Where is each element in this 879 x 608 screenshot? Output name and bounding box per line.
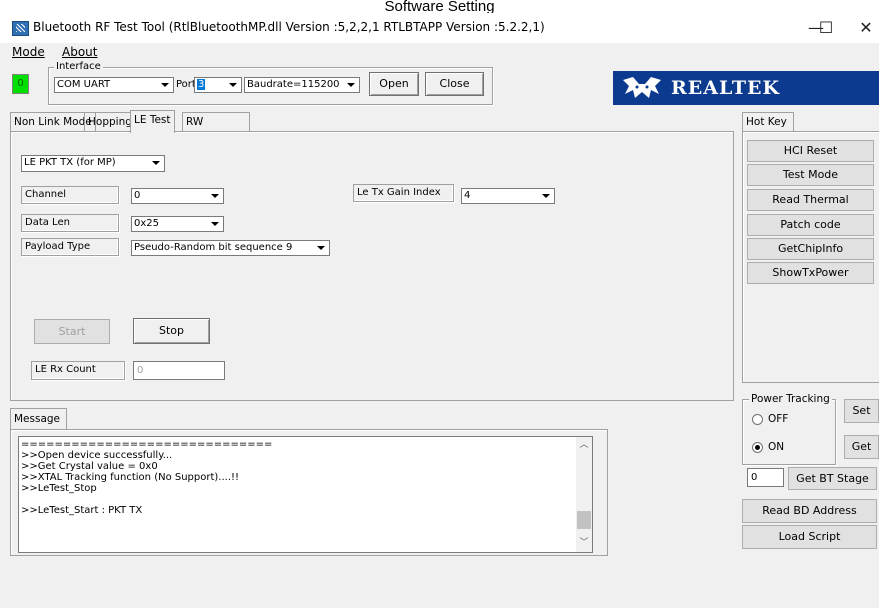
menu-mode[interactable]: Mode — [12, 44, 45, 60]
le-mode-select-value: LE PKT TX (for MP) — [24, 157, 116, 168]
power-tracking-group — [742, 399, 836, 465]
port-select-value: 3 — [197, 79, 206, 90]
chevron-down-icon — [540, 189, 552, 203]
chevron-down-icon — [227, 78, 239, 92]
baudrate-select[interactable]: Baudrate=115200 — [244, 77, 360, 93]
patch-code-button[interactable]: Patch code — [747, 214, 874, 236]
tab-non-link-mode[interactable]: Non Link Mode — [10, 112, 96, 131]
radio-off[interactable] — [752, 414, 763, 425]
maximize-button[interactable]: ☐ — [806, 16, 846, 40]
data-len-select[interactable]: 0x25 — [131, 216, 224, 232]
realtek-logo: REALTEK — [613, 71, 879, 105]
channel-select-value: 0 — [134, 190, 141, 201]
app-icon — [12, 21, 29, 36]
payload-type-select[interactable]: Pseudo-Random bit sequence 9 — [131, 240, 330, 256]
tab-hot-key[interactable]: Hot Key — [742, 112, 794, 133]
chevron-down-icon — [315, 241, 327, 255]
set-button[interactable]: Set — [844, 399, 879, 423]
test-mode-button[interactable]: Test Mode — [747, 164, 874, 186]
read-thermal-button[interactable]: Read Thermal — [747, 189, 874, 211]
close-button[interactable]: ✕ — [846, 16, 879, 40]
interface-select[interactable]: COM UART — [54, 77, 174, 93]
radio-on-label: ON — [768, 441, 785, 453]
hci-reset-button[interactable]: HCI Reset — [747, 140, 874, 162]
realtek-crab-icon — [623, 77, 661, 98]
tab-message[interactable]: Message — [10, 408, 68, 431]
chevron-down-icon — [345, 78, 357, 92]
port-label: Port — [176, 79, 196, 90]
open-button[interactable]: Open — [369, 72, 419, 96]
window-title: Bluetooth RF Test Tool (RtlBluetoothMP.d… — [33, 20, 545, 34]
scroll-thumb[interactable] — [577, 511, 591, 529]
tab-le-test[interactable]: LE Test — [130, 110, 175, 133]
interface-group-label: Interface — [54, 61, 103, 72]
tab-rw[interactable]: RW — [182, 112, 250, 131]
chevron-down-icon — [159, 78, 171, 92]
payload-type-select-value: Pseudo-Random bit sequence 9 — [134, 242, 293, 253]
chevron-down-icon — [150, 156, 162, 170]
le-rx-count-field[interactable]: 0 — [133, 361, 225, 380]
menu-bar — [0, 43, 879, 63]
data-len-label: Data Len — [21, 214, 119, 232]
channel-label: Channel — [21, 186, 119, 204]
read-bd-address-button[interactable]: Read BD Address — [742, 499, 877, 523]
realtek-logo-text: REALTEK — [671, 77, 780, 99]
le-tx-gain-index-value: 4 — [464, 190, 471, 201]
message-scrollbar[interactable]: ︿ ﹀ — [576, 437, 592, 552]
radio-off-label: OFF — [768, 413, 789, 425]
status-indicator: 0 — [12, 74, 29, 94]
main-tab-bar: Non Link Mode Hopping LE Test RW — [10, 110, 732, 133]
chevron-down-icon — [209, 189, 221, 203]
le-mode-select[interactable]: LE PKT TX (for MP) — [21, 155, 165, 172]
stop-button[interactable]: Stop — [133, 318, 210, 344]
load-script-button[interactable]: Load Script — [742, 525, 877, 549]
payload-type-label: Payload Type — [21, 238, 119, 256]
le-tx-gain-index-select[interactable]: 4 — [461, 188, 555, 204]
tab-hopping[interactable]: Hopping — [84, 112, 136, 131]
get-bt-stage-button[interactable]: Get BT Stage — [788, 467, 877, 490]
scroll-up-icon[interactable]: ︿ — [576, 437, 592, 453]
menu-about[interactable]: About — [62, 44, 97, 60]
data-len-select-value: 0x25 — [134, 218, 160, 229]
chevron-down-icon — [209, 217, 221, 231]
show-tx-power-button[interactable]: ShowTxPower — [747, 262, 874, 284]
scroll-down-icon[interactable]: ﹀ — [576, 535, 592, 551]
close-port-button[interactable]: Close — [425, 72, 484, 96]
port-select[interactable]: 3 — [194, 77, 242, 93]
start-button[interactable]: Start — [34, 319, 110, 344]
le-rx-count-label: LE Rx Count — [31, 361, 125, 380]
message-log[interactable]: ============================== >>Open de… — [18, 436, 593, 553]
get-chip-info-button[interactable]: GetChipInfo — [747, 238, 874, 260]
interface-select-value: COM UART — [57, 79, 111, 90]
bt-stage-field[interactable]: 0 — [747, 468, 784, 487]
get-button[interactable]: Get — [844, 435, 879, 459]
le-tx-gain-index-label: Le Tx Gain Index — [353, 184, 454, 202]
channel-select[interactable]: 0 — [131, 188, 224, 204]
baudrate-select-value: Baudrate=115200 — [247, 79, 340, 90]
radio-on[interactable] — [752, 442, 763, 453]
power-tracking-label: Power Tracking — [749, 393, 832, 405]
